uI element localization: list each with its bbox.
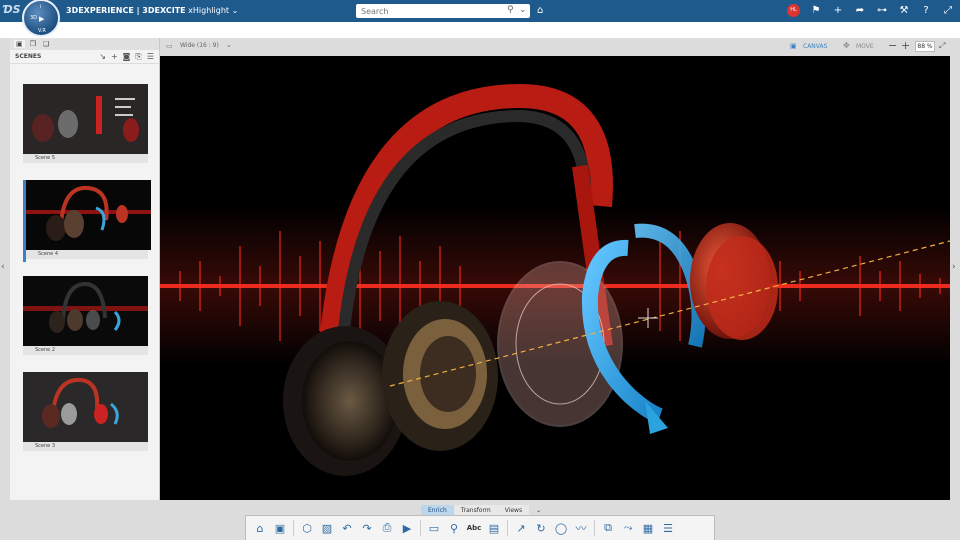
scene-preview (23, 276, 148, 346)
arrow-icon[interactable]: ↗ (511, 522, 531, 535)
share-icon[interactable]: ➦ (854, 5, 866, 16)
aspect-select[interactable]: Wide (16 : 9) (180, 42, 219, 49)
scene-thumbnail[interactable]: Scene 5 (23, 84, 148, 166)
search-dropdown-icon[interactable]: ⌄ (519, 5, 527, 15)
zoom-field[interactable]: 88 % (915, 41, 935, 52)
brand-prefix: 3DEXPERIENCE | 3DEXCITE (66, 6, 186, 15)
camera-tab-icon[interactable]: ▣ (14, 40, 25, 48)
action-bar: ⌂ ▣ ⬡ ▨ ↶ ↷ ⎙ ▶ ▭ ⚲ Abc ▤ ↗ ↻ ◯ 〰 ⧉ ⤳ ▦ … (245, 515, 715, 540)
brand-app: xHighlight (188, 6, 230, 15)
collapse-right-icon[interactable]: › (952, 262, 956, 272)
top-bar: ƊS 3D V.R i ▶ 3DEXPERIENCE | 3DEXCITE xH… (0, 0, 960, 37)
chevron-down-icon[interactable]: ⌄ (232, 6, 239, 15)
zoom-in-icon[interactable]: + (901, 39, 910, 52)
canvas-icon[interactable]: ▣ (790, 42, 797, 50)
frame-icon[interactable]: ▤ (484, 522, 504, 535)
ds-logo-icon: ƊS (3, 3, 21, 16)
undo-icon[interactable]: ↶ (337, 522, 357, 535)
fit-icon[interactable]: ⤢ (939, 41, 945, 51)
scenes-panel: ▣ ❒ ❏ SCENES ↘ + ◙ ⎘ ☰ Scene 5 Scene 4 S… (10, 38, 160, 500)
scene-preview (26, 180, 151, 250)
canvas-mode-label[interactable]: CANVAS (803, 43, 827, 50)
move-icon[interactable]: ✥ (843, 41, 850, 50)
scene-label: Scene 4 (26, 250, 148, 259)
layers-tab-icon[interactable]: ❏ (41, 40, 51, 48)
path-icon[interactable]: ⤳ (618, 521, 638, 535)
help-icon[interactable]: ? (920, 5, 932, 16)
compass-info-label: i (40, 4, 42, 10)
toolbar-divider (293, 520, 294, 536)
line-icon[interactable]: 〰 (571, 520, 591, 536)
move-mode-label[interactable]: MOVE (856, 43, 874, 50)
align-icon[interactable]: ☰ (658, 522, 678, 535)
scenes-title: SCENES (15, 53, 42, 60)
camera-icon[interactable]: ◙ (123, 52, 131, 61)
scene-preview (23, 84, 148, 154)
scene-label: Scene 5 (23, 154, 148, 163)
model-tab-icon[interactable]: ❒ (28, 40, 38, 48)
collapse-left-icon[interactable]: ‹ (1, 262, 5, 272)
annotation-icon[interactable]: ⚲ (444, 522, 464, 535)
search-icon[interactable]: ⚲ (507, 5, 514, 15)
scene-label: Scene 2 (23, 346, 148, 355)
scene-tool-icon[interactable]: ↘ (99, 52, 106, 61)
expand-icon[interactable]: ⤢ (942, 5, 954, 16)
callout-icon[interactable]: ▭ (424, 522, 444, 535)
capture-icon[interactable]: ⎙ (377, 521, 397, 535)
scene-label: Scene 3 (23, 442, 148, 451)
text-icon[interactable]: Abc (464, 524, 484, 532)
search-input[interactable] (356, 4, 496, 18)
cube-icon[interactable]: ⬡ (297, 522, 317, 535)
headphone-render (160, 56, 950, 500)
scene-thumbnail[interactable]: Scene 3 (23, 372, 148, 454)
bookmark-icon[interactable]: ⚑ (810, 5, 822, 16)
toolbar-divider (507, 520, 508, 536)
sub-bar (0, 22, 960, 38)
3d-viewport[interactable]: ⏸ ◎ ⊖ ⤡ ○ ◆ (160, 56, 950, 500)
compass-vr-label: V.R (38, 28, 46, 34)
panel-tabs: ▣ ❒ ❏ (10, 38, 159, 50)
brand-title[interactable]: 3DEXPERIENCE | 3DEXCITE xHighlight ⌄ (66, 6, 238, 15)
scene-icon[interactable]: ▦ (638, 522, 658, 535)
avatar[interactable]: HL (787, 4, 800, 17)
compass-widget[interactable]: 3D V.R i ▶ (22, 0, 60, 37)
save-icon[interactable]: ▣ (270, 522, 290, 535)
aspect-icon: ▭ (166, 42, 173, 50)
circle-icon[interactable]: ◯ (551, 522, 571, 535)
image-icon[interactable]: ▨ (317, 522, 337, 535)
export-icon[interactable]: ⎘ (135, 52, 141, 62)
scenes-header: SCENES ↘ + ◙ ⎘ ☰ (10, 50, 159, 64)
rotate-icon[interactable]: ↻ (531, 522, 551, 535)
menu-icon[interactable]: ☰ (147, 52, 154, 61)
explode-icon[interactable]: ⧉ (598, 521, 618, 535)
compass-3d-label: 3D (30, 15, 38, 21)
canvas-toolbar: ▭ Wide (16 : 9) ⌄ ▣ CANVAS ✥ MOVE − + 88… (160, 38, 960, 56)
tools-icon[interactable]: ⚒ (898, 5, 910, 16)
zoom-out-icon[interactable]: − (888, 39, 897, 52)
scene-thumbnail-selected[interactable]: Scene 4 (23, 180, 151, 262)
network-icon[interactable]: ⊶ (876, 5, 888, 16)
tag-icon[interactable]: ⌂ (537, 5, 543, 16)
toolbar-divider (420, 520, 421, 536)
chevron-down-icon[interactable]: ⌄ (226, 41, 232, 49)
home-icon[interactable]: ⌂ (250, 522, 270, 535)
top-right-tools: HL ⚑ + ➦ ⊶ ⚒ ? ⤢ (787, 4, 954, 17)
toolbar-divider (594, 520, 595, 536)
add-icon[interactable]: + (832, 5, 844, 16)
scene-preview (23, 372, 148, 442)
compass-play-icon[interactable]: ▶ (39, 15, 44, 23)
scene-thumbnail[interactable]: Scene 2 (23, 276, 148, 358)
play-icon[interactable]: ▶ (397, 522, 417, 535)
search-box[interactable]: ⚲ ⌄ (356, 4, 530, 18)
add-scene-icon[interactable]: + (111, 52, 118, 61)
redo-icon[interactable]: ↷ (357, 522, 377, 535)
